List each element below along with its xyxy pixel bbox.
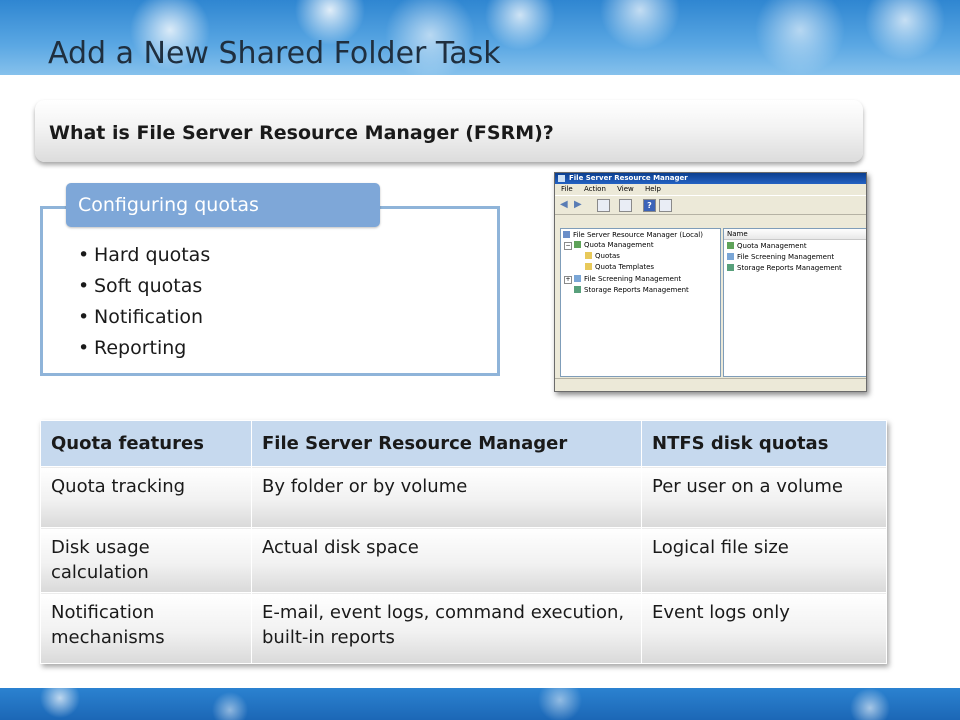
- back-icon[interactable]: ◀: [560, 199, 571, 210]
- tree-item[interactable]: − Quota Management: [564, 240, 654, 250]
- subtitle-bar: What is File Server Resource Manager (FS…: [35, 100, 863, 162]
- properties-icon[interactable]: [659, 199, 672, 212]
- quota-icon: [574, 241, 581, 248]
- table-row: Quota tracking By folder or by volume Pe…: [40, 466, 887, 528]
- document-icon: [585, 263, 592, 270]
- screen-icon: [574, 275, 581, 282]
- table-header-row: Quota features File Server Resource Mana…: [40, 420, 887, 467]
- column-header-name[interactable]: Name: [724, 229, 866, 240]
- report-icon: [574, 286, 581, 293]
- table-cell: By folder or by volume: [251, 466, 642, 528]
- help-icon[interactable]: ?: [643, 199, 656, 212]
- menu-view[interactable]: View: [617, 185, 634, 193]
- column-header: Quota features: [40, 420, 252, 467]
- list-item[interactable]: Quota Management: [727, 241, 807, 251]
- table-cell: Disk usage calculation: [40, 527, 252, 593]
- list-pane: Name Quota Management File Screening Man…: [723, 228, 866, 377]
- quota-heading-tab: Configuring quotas: [66, 183, 380, 227]
- table-cell: E-mail, event logs, command execution, b…: [251, 592, 642, 664]
- menu-action[interactable]: Action: [584, 185, 606, 193]
- table-row: Notification mechanisms E-mail, event lo…: [40, 592, 887, 664]
- server-icon: [563, 231, 570, 238]
- tree-item[interactable]: Storage Reports Management: [574, 285, 689, 295]
- fsrm-window: File Server Resource Manager File Action…: [554, 172, 867, 392]
- document-icon: [585, 252, 592, 259]
- tree-item[interactable]: + File Screening Management: [564, 274, 681, 284]
- table-row: Disk usage calculation Actual disk space…: [40, 527, 887, 593]
- bullet-item: Hard quotas: [78, 240, 210, 271]
- tree-item[interactable]: Quotas: [585, 251, 620, 261]
- footer-banner: [0, 688, 960, 720]
- list-item[interactable]: File Screening Management: [727, 252, 834, 262]
- column-header: NTFS disk quotas: [641, 420, 887, 467]
- expand-icon[interactable]: +: [564, 276, 572, 284]
- menu-bar: File Action View Help: [555, 184, 866, 195]
- bullet-item: Notification: [78, 302, 210, 333]
- collapse-icon[interactable]: −: [564, 242, 572, 250]
- tree-item[interactable]: File Server Resource Manager (Local): [563, 230, 703, 240]
- menu-file[interactable]: File: [561, 185, 573, 193]
- window-title: File Server Resource Manager: [569, 174, 688, 182]
- bullet-item: Soft quotas: [78, 271, 210, 302]
- tree-item[interactable]: Quota Templates: [585, 262, 654, 272]
- quota-heading: Configuring quotas: [78, 194, 259, 216]
- screen-icon: [727, 253, 734, 260]
- table-cell: Per user on a volume: [641, 466, 887, 528]
- menu-help[interactable]: Help: [645, 185, 661, 193]
- slide-title: Add a New Shared Folder Task: [48, 36, 501, 71]
- table-cell: Quota tracking: [40, 466, 252, 528]
- list-item[interactable]: Storage Reports Management: [727, 263, 842, 273]
- quota-bullet-list: Hard quotas Soft quotas Notification Rep…: [78, 240, 210, 364]
- up-folder-icon[interactable]: [597, 199, 610, 212]
- bullet-item: Reporting: [78, 333, 210, 364]
- window-titlebar: File Server Resource Manager: [555, 173, 866, 184]
- forward-icon[interactable]: ▶: [574, 199, 585, 210]
- report-icon: [727, 264, 734, 271]
- column-header: File Server Resource Manager: [251, 420, 642, 467]
- status-bar: [555, 378, 866, 391]
- tree-pane: File Server Resource Manager (Local) − Qu…: [560, 228, 721, 377]
- table-cell: Event logs only: [641, 592, 887, 664]
- table-cell: Logical file size: [641, 527, 887, 593]
- show-tree-icon[interactable]: [619, 199, 632, 212]
- table-cell: Actual disk space: [251, 527, 642, 593]
- comparison-table: Quota features File Server Resource Mana…: [40, 420, 887, 664]
- toolbar: ◀ ▶ ?: [555, 195, 866, 215]
- quota-icon: [727, 242, 734, 249]
- table-cell: Notification mechanisms: [40, 592, 252, 664]
- app-icon: [558, 175, 565, 182]
- subtitle-text: What is File Server Resource Manager (FS…: [49, 122, 554, 144]
